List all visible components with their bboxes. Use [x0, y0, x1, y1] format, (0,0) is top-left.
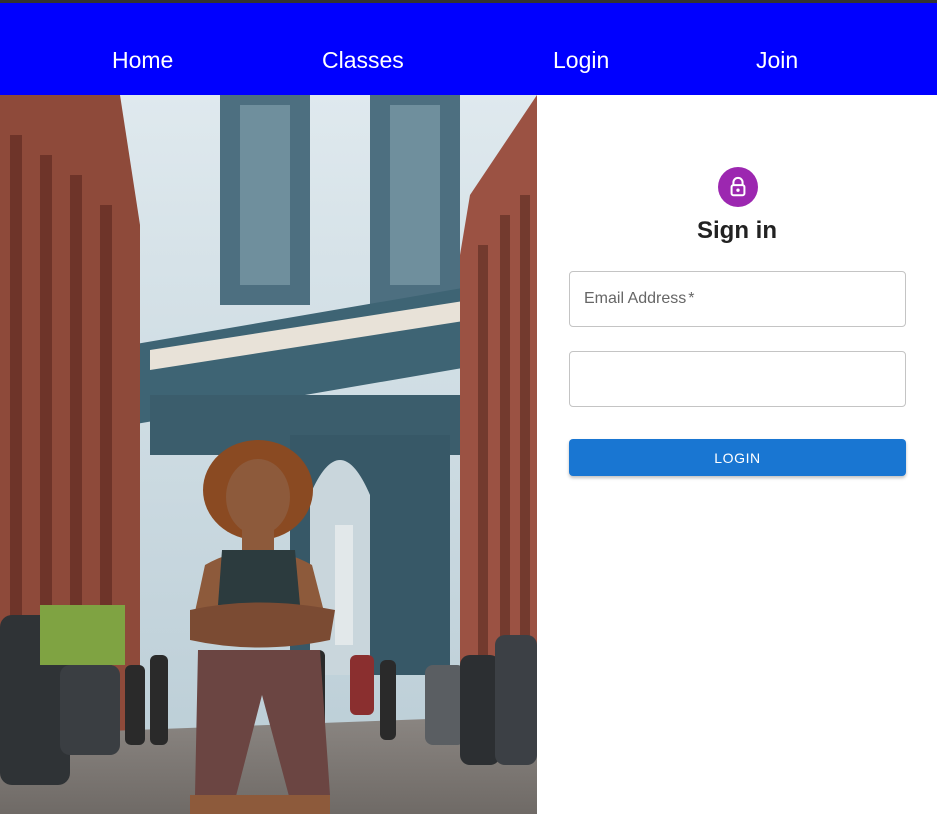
navbar: Home Classes Login Join — [0, 3, 937, 95]
password-field[interactable] — [569, 351, 906, 407]
password-input[interactable] — [570, 352, 905, 406]
nav-join-link[interactable]: Join — [756, 44, 798, 77]
nav-classes-link[interactable]: Classes — [322, 44, 404, 77]
email-field[interactable]: Email Address * — [569, 271, 906, 327]
nav-home-link[interactable]: Home — [112, 44, 173, 77]
hero-image — [0, 95, 537, 814]
lock-avatar — [718, 167, 758, 207]
login-button[interactable]: LOGIN — [569, 439, 906, 476]
sign-in-title: Sign in — [697, 217, 777, 244]
sign-in-panel: Sign in Email Address * LOGIN — [537, 95, 937, 814]
hero-photo-illustration — [0, 95, 537, 814]
lock-icon — [730, 176, 746, 197]
email-input[interactable] — [570, 272, 905, 326]
nav-login-link[interactable]: Login — [553, 44, 609, 77]
